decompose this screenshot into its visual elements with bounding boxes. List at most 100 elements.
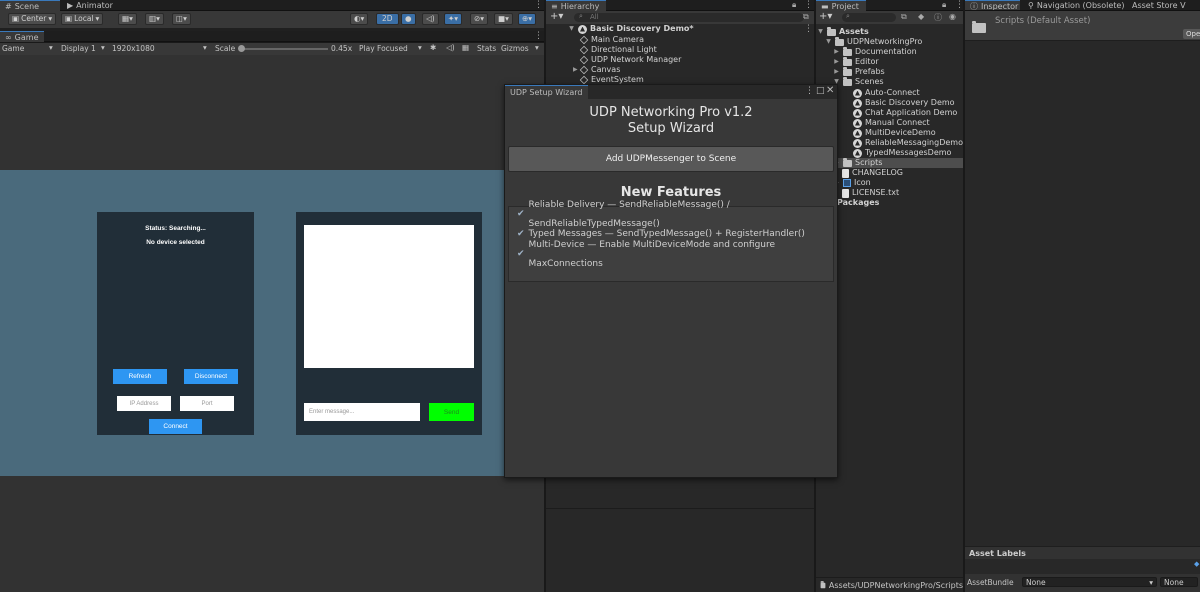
hierarchy-item[interactable]: Main Camera — [579, 35, 644, 45]
add-udpmessenger-button[interactable]: Add UDPMessenger to Scene — [508, 146, 834, 172]
bug-icon[interactable]: ✱ — [430, 43, 436, 52]
file-row[interactable]: LICENSE.txt — [842, 188, 899, 198]
scene-root-row[interactable]: ▼ Basic Discovery Demo* — [568, 24, 694, 34]
project-menu-icon[interactable]: ⋮ — [955, 0, 964, 10]
scene-asset-row[interactable]: TypedMessagesDemo — [853, 148, 951, 158]
audio-toggle[interactable]: ◁) — [422, 13, 439, 25]
pivot-center-dropdown[interactable]: ▣ Center ▾ — [8, 13, 57, 25]
display-dropdown[interactable]: Display 1 — [61, 44, 96, 53]
scene-asset-row[interactable]: Auto-Connect — [853, 88, 920, 98]
scale-slider[interactable] — [240, 48, 328, 50]
hierarchy-item[interactable]: Directional Light — [579, 45, 657, 55]
lock-icon[interactable]: 🔒︎ — [942, 0, 946, 10]
lighting-toggle[interactable]: ● — [401, 13, 416, 25]
gizmos-button[interactable]: Gizmos — [501, 44, 529, 53]
maximize-icon[interactable]: □ — [816, 86, 825, 96]
project-folder-row[interactable]: ▶ Editor — [833, 56, 879, 67]
lock-icon[interactable]: 🔒︎ — [792, 0, 796, 10]
message-input[interactable]: Enter message... — [304, 403, 420, 421]
status-text: Status: Searching... — [145, 225, 206, 232]
scene-asset-row[interactable]: Basic Discovery Demo — [853, 98, 955, 108]
grid-snap-button[interactable]: ▦▾ — [118, 13, 137, 25]
scene-asset-row[interactable]: MultiDeviceDemo — [853, 128, 936, 138]
info-icon[interactable]: ⓘ — [934, 12, 942, 23]
asset-variant-dropdown[interactable]: None — [1160, 577, 1198, 587]
tab-inspector[interactable]: ⓘ Inspector — [965, 0, 1020, 10]
scene-row-menu-icon[interactable]: ⋮ — [804, 24, 813, 34]
list-icon: ≡ — [551, 1, 558, 11]
2d-toggle[interactable]: 2D — [376, 13, 399, 25]
draw-mode-button[interactable]: ◐▾ — [350, 13, 369, 25]
filter-type-icon[interactable]: ⧉ — [901, 12, 907, 22]
hierarchy-item[interactable]: ▶ Canvas — [573, 65, 620, 75]
add-icon[interactable]: +▾ — [819, 11, 832, 22]
hierarchy-menu-icon[interactable]: ⋮ — [804, 0, 813, 10]
scene-asset-label: Manual Connect — [865, 118, 930, 127]
project-folder-row[interactable]: ▶ Documentation — [833, 46, 917, 57]
resolution-dropdown[interactable]: 1920x1080 — [112, 44, 155, 53]
visibility-toggle[interactable]: ⊘▾ — [470, 13, 489, 25]
refresh-button[interactable]: Refresh — [113, 369, 167, 384]
project-search-input[interactable] — [842, 13, 896, 22]
project-folder-row[interactable]: ▼ UDPNetworkingPro — [825, 36, 922, 47]
project-folder-row[interactable]: ▶ Prefabs — [833, 66, 885, 77]
open-button[interactable]: Open — [1183, 29, 1200, 39]
label-icon[interactable]: ◆ — [918, 12, 924, 21]
scale-slider-thumb[interactable] — [238, 45, 245, 52]
tab-project[interactable]: ▬ Project — [816, 0, 866, 11]
pivot-local-dropdown[interactable]: ▣ Local ▾ — [61, 13, 104, 25]
project-folder-row[interactable]: ▼ Scenes — [833, 76, 884, 87]
tab-animator[interactable]: ▶ Animator — [62, 0, 118, 11]
project-folder-row-selected[interactable]: ▶Scripts — [833, 157, 882, 168]
wizard-menu-icon[interactable]: ⋮ — [805, 86, 814, 96]
hierarchy-toolbar: +▾ All ⌕ ⧉ — [546, 11, 814, 24]
tab-hierarchy[interactable]: ≡ Hierarchy — [546, 0, 606, 11]
snap-increment-button[interactable]: ▥▾ — [145, 13, 164, 25]
unity-scene-icon — [578, 24, 587, 34]
gizmo-globe-icon: ⊕▾ — [522, 14, 533, 23]
tab-navigation[interactable]: ⚲ Navigation (Obsolete) — [1023, 0, 1129, 10]
play-focused-dropdown[interactable]: Play Focused — [359, 44, 408, 53]
camera-button[interactable]: ■▾ — [494, 13, 513, 25]
scene-tab-icon: # — [5, 1, 12, 11]
scene-asset-row[interactable]: ReliableMessagingDemo — [853, 138, 963, 148]
add-icon[interactable]: +▾ — [550, 11, 563, 22]
game-view-dropdown[interactable]: Game — [2, 44, 24, 53]
tab-asset-store[interactable]: Asset Store V — [1127, 0, 1191, 10]
align-button[interactable]: ◫▾ — [172, 13, 191, 25]
game-toolbar: Game ▾ Display 1 ▾ 1920x1080 ▾ Scale 0.4… — [0, 43, 544, 55]
tab-game[interactable]: ∞ Game — [0, 31, 44, 42]
hierarchy-item[interactable]: UDP Network Manager — [579, 55, 681, 65]
filter-icon[interactable]: ⧉ — [803, 12, 809, 22]
connect-button[interactable]: Connect — [149, 419, 202, 434]
project-pane: +▾ ⌕ ⧉ ◆ ⓘ ◉ ▼ Assets ▼ UDPNetworkingPro ▶… — [816, 11, 963, 592]
scene-menu-icon[interactable]: ⋮ — [534, 0, 543, 10]
stats-button[interactable]: Stats — [477, 44, 496, 53]
grid-icon[interactable]: ▦ — [462, 43, 469, 52]
label-tag-icon[interactable]: ◆ — [1194, 560, 1199, 568]
effects-toggle[interactable]: ✦▾ — [444, 13, 463, 25]
close-icon[interactable]: ✕ — [826, 85, 834, 96]
assets-row[interactable]: ▼ Assets — [817, 26, 869, 37]
checkmark-icon: ✔ — [517, 229, 525, 239]
scene-asset-row[interactable]: Manual Connect — [853, 118, 930, 128]
hierarchy-item-label: Canvas — [591, 65, 621, 74]
game-menu-icon[interactable]: ⋮ — [534, 31, 543, 41]
folder-icon — [843, 56, 852, 66]
hierarchy-search-input[interactable]: All — [574, 13, 804, 22]
packages-row[interactable]: Packages — [837, 198, 879, 208]
scene-asset-row[interactable]: Chat Application Demo — [853, 108, 957, 118]
inspector-title: Scripts (Default Asset) — [995, 16, 1091, 26]
speaker-icon[interactable]: ◁) — [446, 43, 455, 52]
file-row[interactable]: ▶Icon — [833, 178, 871, 188]
tab-udp-setup-wizard[interactable]: UDP Setup Wizard — [505, 85, 588, 99]
eye-icon[interactable]: ◉ — [949, 12, 956, 21]
file-row[interactable]: CHANGELOG — [842, 168, 903, 178]
port-input[interactable]: Port — [180, 396, 234, 411]
asset-bundle-dropdown[interactable]: None ▾ — [1022, 577, 1157, 587]
ip-address-input[interactable]: IP Address — [117, 396, 171, 411]
send-button[interactable]: Send — [429, 403, 474, 421]
tab-scene[interactable]: # Scene — [0, 0, 60, 11]
gizmos-scene-button[interactable]: ⊕▾ — [518, 13, 537, 25]
disconnect-button[interactable]: Disconnect — [184, 369, 238, 384]
